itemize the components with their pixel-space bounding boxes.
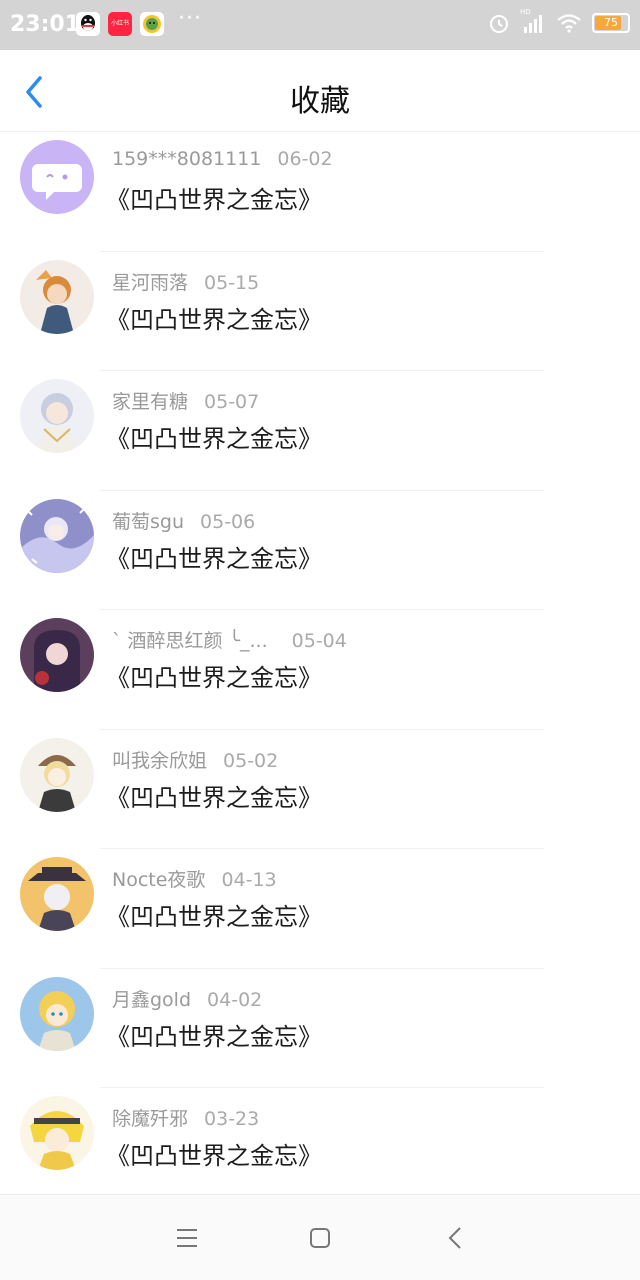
item-title: 《凹凸世界之金忘》	[106, 186, 322, 214]
item-user: 葡萄sgu	[112, 510, 185, 533]
item-title: 《凹凸世界之金忘》	[106, 783, 322, 812]
alarm-icon	[490, 15, 508, 33]
home-button[interactable]	[303, 1221, 337, 1255]
avatar	[20, 976, 94, 1051]
battery-icon: 75	[592, 13, 630, 33]
item-meta: 除魔歼邪 03-23	[112, 1104, 259, 1131]
item-date: 05-02	[223, 749, 279, 772]
xiaohongshu-label: 小红书	[110, 20, 129, 27]
list-item[interactable]: 家里有糖 05-07 《凹凸世界之金忘》	[0, 371, 640, 491]
menu-button[interactable]	[170, 1221, 204, 1255]
item-user: 家里有糖	[112, 391, 189, 413]
list-item[interactable]: Nocte夜歌 04-13 《凹凸世界之金忘》	[0, 849, 640, 969]
list-item[interactable]: 葡萄sgu 05-06 《凹凸世界之金忘》	[0, 491, 640, 610]
item-user: 月鑫gold	[112, 988, 192, 1011]
list-item[interactable]: 星河雨落 05-15 《凹凸世界之金忘》	[0, 252, 640, 371]
item-user: Nocte夜歌	[112, 869, 206, 891]
list-item[interactable]: 159***8081111 06-02 《凹凸世界之金忘》	[0, 132, 640, 252]
item-date: 04-02	[207, 988, 263, 1011]
item-meta: 159***8081111 06-02	[112, 148, 333, 170]
menu-icon	[177, 1229, 197, 1247]
system-nav-bar	[0, 1194, 640, 1280]
avatar	[20, 737, 94, 812]
item-title: 《凹凸世界之金忘》	[106, 1142, 322, 1170]
item-title: 《凹凸世界之金忘》	[106, 664, 322, 692]
avatar	[20, 498, 94, 573]
item-date: 04-13	[221, 869, 277, 891]
avatar	[20, 140, 94, 214]
item-title: 《凹凸世界之金忘》	[106, 425, 322, 453]
avatar	[20, 259, 94, 334]
xiaohongshu-icon: 小红书	[108, 12, 132, 36]
item-date: 05-04	[291, 630, 347, 652]
item-title: 《凹凸世界之金忘》	[106, 903, 322, 931]
item-meta: 叫我余欣姐 05-02	[112, 746, 278, 773]
item-date: 03-23	[204, 1108, 260, 1130]
header: 收藏	[0, 50, 640, 132]
item-user: 星河雨落	[112, 271, 189, 294]
item-meta: 月鑫gold 04-02	[112, 985, 262, 1012]
back-triangle-icon	[448, 1227, 461, 1249]
avatar	[20, 379, 94, 453]
status-time: 23:01	[10, 12, 81, 37]
item-user: ˋ 酒醉思红颜 ╰_...	[112, 630, 268, 652]
item-date: 05-07	[204, 391, 260, 413]
battery-level: 75	[604, 16, 618, 29]
item-user: 叫我余欣姐	[112, 749, 208, 772]
item-user: 159***8081111	[112, 148, 262, 170]
item-meta: ˋ 酒醉思红颜 ╰_... 05-04	[112, 626, 347, 653]
list-item[interactable]: 叫我余欣姐 05-02 《凹凸世界之金忘》	[0, 730, 640, 849]
page-title: 收藏	[290, 84, 350, 119]
item-title: 《凹凸世界之金忘》	[106, 305, 322, 334]
item-title: 《凹凸世界之金忘》	[106, 544, 322, 573]
more-notifications: ···	[178, 6, 202, 31]
list-item[interactable]: 除魔歼邪 03-23 《凹凸世界之金忘》	[0, 1088, 640, 1194]
system-back-button[interactable]	[438, 1221, 472, 1255]
item-date: 05-15	[204, 271, 260, 294]
item-meta: 葡萄sgu 05-06	[112, 507, 255, 534]
list-item[interactable]: 月鑫gold 04-02 《凹凸世界之金忘》	[0, 969, 640, 1088]
item-meta: 家里有糖 05-07	[112, 387, 259, 414]
wifi-icon	[557, 14, 581, 33]
item-meta: Nocte夜歌 04-13	[112, 865, 277, 892]
item-title: 《凹凸世界之金忘》	[106, 1022, 322, 1051]
app-icon	[140, 12, 164, 36]
signal-icon: HD	[520, 8, 546, 34]
qq-icon	[76, 12, 100, 36]
item-date: 06-02	[277, 148, 333, 170]
avatar	[20, 618, 94, 692]
avatar	[20, 1096, 94, 1170]
avatar	[20, 857, 94, 931]
home-square-icon	[310, 1228, 330, 1248]
list-item[interactable]: ˋ 酒醉思红颜 ╰_... 05-04 《凹凸世界之金忘》	[0, 610, 640, 730]
item-date: 05-06	[200, 510, 256, 533]
favorites-list: 159***8081111 06-02 《凹凸世界之金忘》 星河雨落 05-15 《…	[0, 132, 640, 1194]
status-bar: 23:01 小红书 ··· HD 75	[0, 0, 640, 50]
item-meta: 星河雨落 05-15	[112, 268, 259, 295]
status-indicators: HD 75	[488, 8, 630, 34]
item-user: 除魔歼邪	[112, 1108, 189, 1130]
